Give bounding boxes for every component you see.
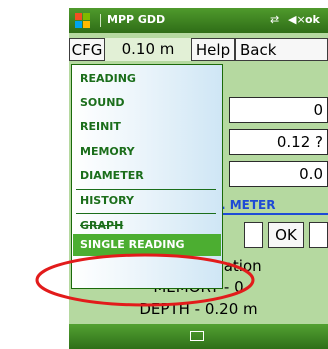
menu-item-single-reading-label: SINGLE READING — [80, 238, 185, 251]
app-title: MPP GDD — [107, 13, 166, 26]
menu-item-diameter[interactable]: DIAMETER — [80, 169, 144, 182]
menu-item-history[interactable]: HISTORY — [80, 194, 134, 207]
cfg-button[interactable]: CFG — [69, 38, 105, 61]
keyboard-icon[interactable] — [190, 331, 204, 341]
speaker-icon[interactable]: ◀× — [288, 13, 306, 26]
status-separator — [100, 14, 101, 27]
cfg-dropdown-menu: READING SOUND REINIT MEMORY DIAMETER HIS… — [71, 64, 223, 289]
bottom-bar — [69, 324, 328, 349]
value-field-1[interactable]: 0 — [229, 97, 328, 123]
dmeter-underline — [211, 213, 328, 215]
windows-flag-icon[interactable] — [75, 13, 91, 28]
signal-icon[interactable]: ⇄ — [270, 13, 279, 26]
back-button[interactable]: Back — [235, 38, 328, 61]
input-box-right[interactable] — [309, 222, 328, 248]
distance-label: 0.10 m — [105, 38, 191, 61]
device-screen: MPP GDD ⇄ ◀× ok CFG 0.10 m Help Back 0 0… — [69, 8, 328, 349]
menu-item-graph[interactable]: GRAPH — [80, 219, 123, 232]
menu-item-reading[interactable]: READING — [80, 72, 136, 85]
value-field-3[interactable]: 0.0 — [229, 161, 328, 187]
ok-action-button[interactable]: OK — [268, 222, 304, 248]
menu-item-memory[interactable]: MEMORY — [80, 145, 135, 158]
depth-status: DEPTH - 0.20 m — [139, 300, 258, 318]
menu-divider — [76, 189, 216, 190]
value-field-2[interactable]: 0.12 ? — [229, 129, 328, 155]
help-button[interactable]: Help — [191, 38, 235, 61]
ok-button[interactable]: ok — [305, 13, 320, 26]
menu-item-reinit[interactable]: REINIT — [80, 120, 121, 133]
input-box-left[interactable] — [244, 222, 263, 248]
menu-item-sound[interactable]: SOUND — [80, 96, 125, 109]
menu-divider — [76, 213, 216, 214]
main-content: CFG 0.10 m Help Back 0 0.12 ? 0.0 D. MET… — [69, 33, 328, 324]
status-bar: MPP GDD ⇄ ◀× ok — [69, 8, 328, 33]
menu-item-single-reading[interactable]: SINGLE READING — [73, 234, 221, 256]
